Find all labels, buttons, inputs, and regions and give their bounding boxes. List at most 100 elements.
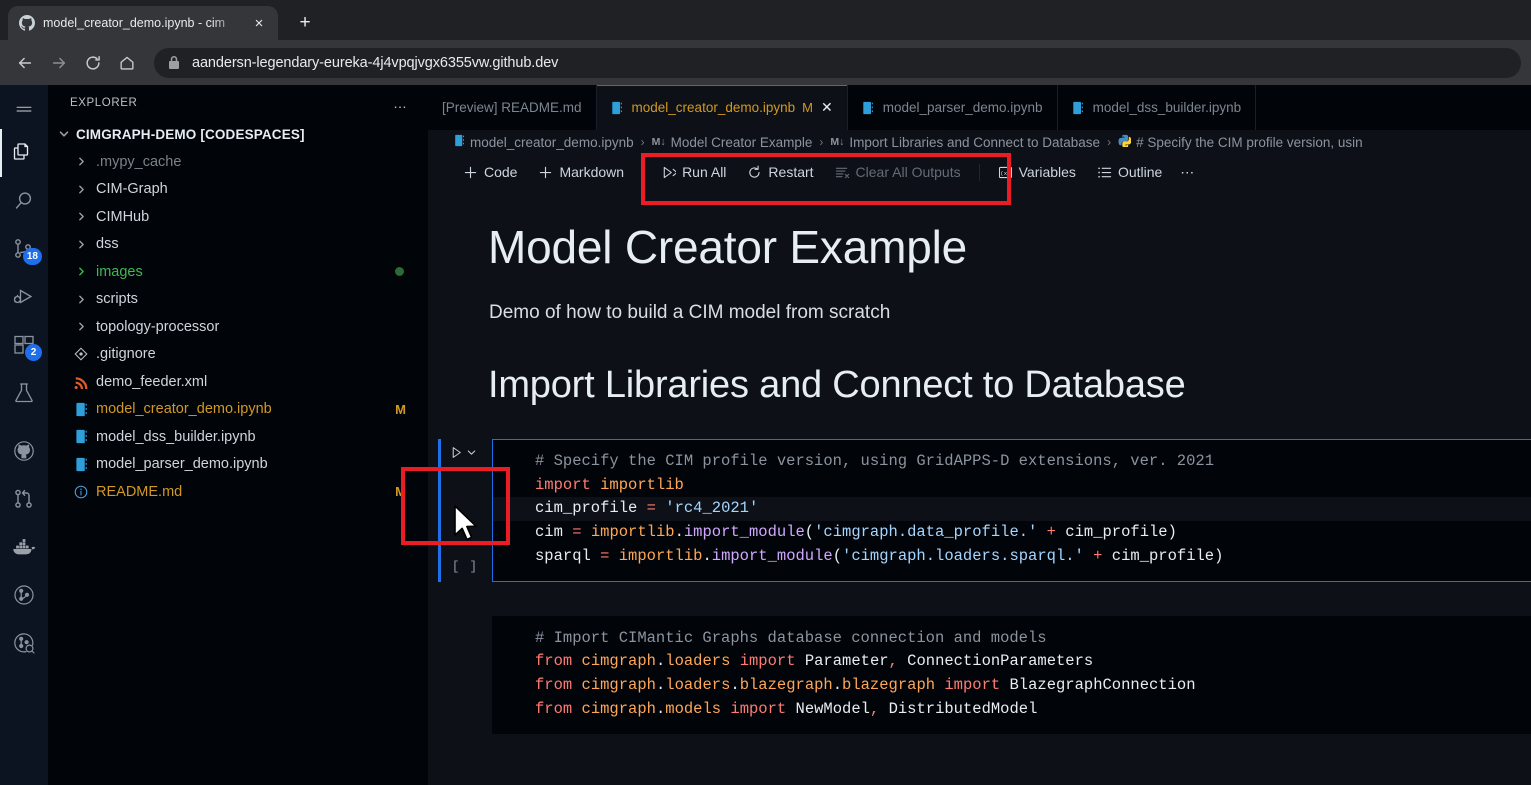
- add-markdown-cell-button[interactable]: Markdown: [529, 161, 633, 183]
- notebook-cell-1[interactable]: [ ] # Specify the CIM profile version, u…: [434, 439, 1531, 582]
- git-file-icon: [72, 345, 90, 363]
- add-code-cell-button[interactable]: Code: [454, 161, 526, 183]
- markdown-cell-icon: M↓: [830, 136, 845, 148]
- explorer-sidebar: EXPLORER … CIMGRAPH-DEMO [CODESPACES] .m…: [48, 85, 428, 785]
- breadcrumb-separator: ›: [819, 135, 824, 149]
- tree-item-model-dss-builder[interactable]: model_dss_builder.ipynb: [48, 423, 428, 451]
- github-icon[interactable]: [0, 427, 48, 475]
- lock-icon: [168, 55, 180, 70]
- close-icon[interactable]: ×: [250, 14, 268, 32]
- code-line: cim_profile = 'rc4_2021': [493, 497, 1531, 522]
- tree-item-label: .mypy_cache: [96, 153, 182, 170]
- cell-editor[interactable]: # Import CIMantic Graphs database connec…: [492, 615, 1531, 735]
- modified-badge: M: [395, 401, 406, 417]
- notebook-cell-2[interactable]: # Import CIMantic Graphs database connec…: [434, 615, 1531, 735]
- tree-item-cim-graph[interactable]: CIM-Graph: [48, 176, 428, 204]
- modified-badge: M: [395, 484, 406, 500]
- tree-item-topology-processor[interactable]: topology-processor: [48, 313, 428, 341]
- python-icon: [1118, 134, 1132, 150]
- tree-item-model-creator-demo[interactable]: model_creator_demo.ipynb M: [48, 396, 428, 424]
- explorer-icon[interactable]: [0, 129, 48, 177]
- tab-label: model_creator_demo.ipynb: [631, 100, 796, 115]
- restart-button[interactable]: Restart: [738, 161, 822, 183]
- breadcrumb-file[interactable]: model_creator_demo.ipynb: [470, 135, 634, 150]
- clear-all-outputs-label: Clear All Outputs: [855, 164, 961, 180]
- cell-editor[interactable]: # Specify the CIM profile version, using…: [492, 439, 1531, 582]
- tree-item-readme[interactable]: README.md M: [48, 478, 428, 506]
- reload-icon[interactable]: [78, 48, 108, 78]
- tree-item-gitignore[interactable]: .gitignore: [48, 341, 428, 369]
- variables-label: Variables: [1018, 164, 1076, 180]
- tree-item-label: CIMHub: [96, 208, 150, 225]
- tree-item-label: scripts: [96, 291, 138, 308]
- explorer-header: EXPLORER …: [48, 85, 428, 120]
- run-cell-button[interactable]: [449, 445, 477, 460]
- tree-item-label: topology-processor: [96, 318, 220, 335]
- tab-label: [Preview] README.md: [442, 100, 582, 115]
- tree-item-scripts[interactable]: scripts: [48, 286, 428, 314]
- gitlens-inspect-icon[interactable]: [0, 619, 48, 667]
- notebook-icon: [72, 455, 90, 473]
- source-control-icon[interactable]: 18: [0, 225, 48, 273]
- toolbar-more-button[interactable]: ⋯: [1174, 161, 1201, 184]
- restart-label: Restart: [768, 164, 814, 180]
- info-file-icon: [72, 483, 90, 501]
- back-icon[interactable]: [10, 48, 40, 78]
- run-all-label: Run All: [682, 164, 727, 180]
- tab-preview-readme[interactable]: [Preview] README.md: [428, 85, 597, 130]
- gitlens-icon[interactable]: [0, 571, 48, 619]
- tree-item-images[interactable]: images: [48, 258, 428, 286]
- close-icon[interactable]: ✕: [821, 99, 833, 116]
- github-icon: [18, 15, 35, 32]
- notebook-icon: [1072, 101, 1086, 115]
- chevron-right-icon: [72, 153, 90, 171]
- search-icon[interactable]: [0, 177, 48, 225]
- pull-request-icon[interactable]: [0, 475, 48, 523]
- forward-icon[interactable]: [44, 48, 74, 78]
- toolbar-divider: [642, 163, 644, 181]
- tree-item-label: .gitignore: [96, 346, 156, 363]
- clear-all-outputs-button[interactable]: Clear All Outputs: [826, 161, 970, 183]
- chevron-right-icon: [72, 290, 90, 308]
- notebook-toolbar: Code Markdown Run All Restart Clear All …: [428, 154, 1531, 190]
- code-line: import importlib: [535, 475, 684, 494]
- home-icon[interactable]: [112, 48, 142, 78]
- breadcrumb-crumb-1[interactable]: Model Creator Example: [671, 135, 813, 150]
- toolbar-divider: [978, 163, 980, 181]
- tree-item-model-parser-demo[interactable]: model_parser_demo.ipynb: [48, 451, 428, 479]
- tree-item-label: README.md: [96, 483, 183, 500]
- run-and-debug-icon[interactable]: [0, 273, 48, 321]
- outline-button[interactable]: Outline: [1088, 161, 1171, 183]
- tree-item-cimhub[interactable]: CIMHub: [48, 203, 428, 231]
- extensions-badge: 2: [25, 344, 42, 361]
- testing-icon[interactable]: [0, 369, 48, 417]
- tab-model-parser-demo[interactable]: model_parser_demo.ipynb: [848, 85, 1058, 130]
- breadcrumb-crumb-3[interactable]: # Specify the CIM profile version, usin: [1136, 135, 1363, 150]
- tree-item-dss[interactable]: dss: [48, 231, 428, 259]
- tree-item-mypy-cache[interactable]: .mypy_cache: [48, 148, 428, 176]
- docker-icon[interactable]: [0, 523, 48, 571]
- variables-button[interactable]: (x) Variables: [989, 161, 1085, 183]
- tree-item-label: model_dss_builder.ipynb: [96, 428, 256, 445]
- clear-all-outputs-icon: [835, 165, 850, 180]
- menu-icon[interactable]: [0, 93, 48, 129]
- run-all-button[interactable]: Run All: [652, 161, 735, 183]
- workspace-root-row[interactable]: CIMGRAPH-DEMO [CODESPACES]: [48, 120, 428, 148]
- extensions-icon[interactable]: 2: [0, 321, 48, 369]
- outline-label: Outline: [1117, 164, 1163, 180]
- new-tab-button[interactable]: +: [290, 8, 320, 38]
- tab-model-creator-demo[interactable]: model_creator_demo.ipynb M ✕: [596, 85, 848, 130]
- outline-icon: [1097, 165, 1112, 180]
- explorer-more-icon[interactable]: …: [393, 95, 408, 111]
- tree-item-demo-feeder-xml[interactable]: demo_feeder.xml: [48, 368, 428, 396]
- address-bar[interactable]: aandersn-legendary-eureka-4j4vpqjvgx6355…: [154, 47, 1521, 78]
- tab-dirty-badge: M: [802, 100, 813, 115]
- tab-model-dss-builder[interactable]: model_dss_builder.ipynb: [1058, 85, 1257, 130]
- chevron-right-icon: [72, 263, 90, 281]
- breadcrumb-separator: ›: [1107, 135, 1112, 149]
- run-all-icon: [661, 165, 677, 180]
- restart-icon: [747, 165, 762, 180]
- breadcrumb-crumb-2[interactable]: Import Libraries and Connect to Database: [849, 135, 1100, 150]
- code-line: # Import CIMantic Graphs database connec…: [493, 627, 1531, 651]
- browser-tab[interactable]: model_creator_demo.ipynb - cim ×: [8, 6, 278, 40]
